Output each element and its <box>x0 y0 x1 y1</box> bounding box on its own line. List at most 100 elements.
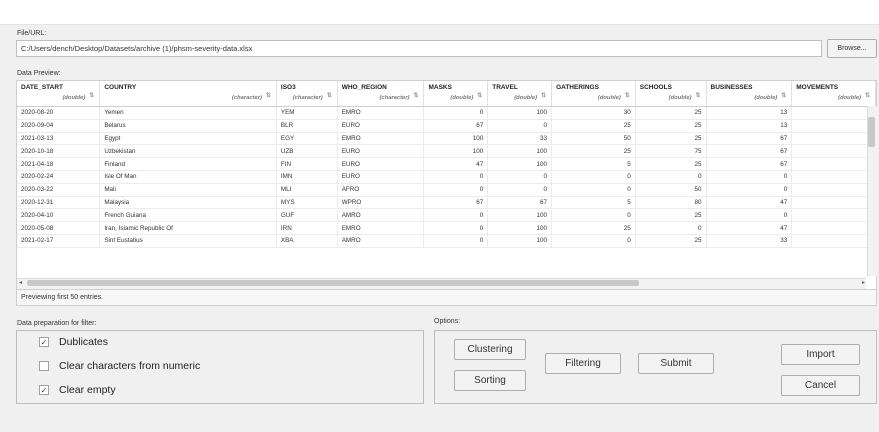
table-row[interactable]: 2020-04-10 French Guiana GUF AMRO 0 100 0 25 0 <box>17 208 876 223</box>
sort-icon[interactable]: ⇅ <box>476 93 483 100</box>
clear-empty-checkbox[interactable]: ✓ <box>39 385 49 395</box>
cancel-button[interactable]: Cancel <box>781 375 860 396</box>
column-header-who-region[interactable]: WHO_REGION (character) ⇅ <box>337 81 425 107</box>
column-name: DATE_START <box>21 84 64 91</box>
table-cell: Malaysia <box>99 196 277 210</box>
column-header-movements[interactable]: MOVEMENTS (double) ⇅ <box>791 81 876 107</box>
sorting-button[interactable]: Sorting <box>454 370 526 391</box>
table-row[interactable]: 2021-04-18 Finland FIN EURO 47 100 5 25 67 <box>17 157 876 171</box>
table-header-row: DATE_START (double) ⇅ COUNTRY (character) ⇅ IS… <box>17 81 876 107</box>
table-cell: 2020-04-10 <box>17 208 101 223</box>
sort-icon[interactable]: ⇅ <box>326 93 333 100</box>
table-cell <box>791 157 876 171</box>
table-cell: 0 <box>423 234 489 248</box>
table-cell: Belarus <box>99 119 277 133</box>
table-cell: EGY <box>276 132 338 146</box>
horizontal-scroll-thumb[interactable] <box>27 280 639 286</box>
browse-button[interactable]: Browse... <box>827 39 877 58</box>
table-cell: Uzbekistan <box>99 144 277 159</box>
column-header-businesses[interactable]: BUSINESSES (double) ⇅ <box>706 81 793 107</box>
sort-icon[interactable]: ⇅ <box>864 93 871 100</box>
table-row[interactable]: 2021-02-17 Sint Eustatius XBA AMRO 0 100 0 25 33 <box>17 234 876 248</box>
table-row[interactable]: 2020-09-04 Belarus BLR EURO 67 0 25 25 13 <box>17 119 876 133</box>
table-cell: 13 <box>706 106 793 120</box>
table-row[interactable]: 2020-08-20 Yemen YEM EMRO 0 100 30 25 13 <box>17 106 876 120</box>
submit-button[interactable]: Submit <box>638 353 714 374</box>
check-icon: ✓ <box>40 338 48 347</box>
prep-label: Data preparation for filter: <box>17 320 97 327</box>
table-cell: 100 <box>487 106 553 120</box>
column-header-travel[interactable]: TRAVEL (double) ⇅ <box>487 81 553 107</box>
table-cell: Yemen <box>99 106 277 120</box>
table-cell: 50 <box>551 132 636 146</box>
column-name: WHO_REGION <box>341 84 387 91</box>
sort-icon[interactable]: ⇅ <box>540 93 547 100</box>
column-name: MASKS <box>428 84 452 91</box>
table-cell: 47 <box>423 157 489 171</box>
clear-characters-label: Clear characters from numeric <box>59 360 201 372</box>
sort-icon[interactable]: ⇅ <box>780 93 787 100</box>
table-row[interactable]: 2020-12-31 Malaysia MYS WPRO 67 67 5 80 47 <box>17 196 876 210</box>
column-name: SCHOOLS <box>639 84 672 91</box>
table-cell: 100 <box>423 144 489 159</box>
table-row[interactable]: 2020-03-22 Mali MLI AFRO 0 0 0 50 0 <box>17 183 876 197</box>
sort-icon[interactable]: ⇅ <box>265 93 272 100</box>
table-row[interactable]: 2020-02-24 Isle Of Man IMN EURO 0 0 0 0 0 <box>17 170 876 184</box>
table-cell: 0 <box>487 119 553 133</box>
dublicates-checkbox[interactable]: ✓ <box>39 337 49 347</box>
table-cell: 67 <box>706 144 793 159</box>
clear-characters-checkbox[interactable] <box>39 361 49 371</box>
table-cell: 25 <box>635 234 707 248</box>
table-cell: 0 <box>551 170 636 184</box>
data-preview-grid[interactable]: DATE_START (double) ⇅ COUNTRY (character) ⇅ IS… <box>16 80 877 290</box>
column-name: ISO3 <box>280 84 296 91</box>
table-cell: EMRO <box>337 132 425 146</box>
table-cell: 0 <box>423 106 489 120</box>
table-row[interactable]: 2021-03-13EgyptEGYEMRO100335025671 <box>17 132 876 146</box>
table-cell: 67 <box>706 157 793 171</box>
column-type: (character) <box>379 95 410 101</box>
column-header-schools[interactable]: SCHOOLS (double) ⇅ <box>635 81 707 107</box>
table-cell: GUF <box>276 208 338 223</box>
column-header-iso3[interactable]: ISO3 (character) ⇅ <box>276 81 338 107</box>
column-header-country[interactable]: COUNTRY (character) ⇅ <box>99 81 277 107</box>
table-cell: 25 <box>551 119 636 133</box>
filtering-button[interactable]: Filtering <box>545 353 621 374</box>
column-header-date-start[interactable]: DATE_START (double) ⇅ <box>17 81 101 107</box>
table-cell: 30 <box>551 106 636 120</box>
dublicates-label: Dublicates <box>59 336 109 348</box>
column-header-gatherings[interactable]: GATHERINGS (double) ⇅ <box>551 81 636 107</box>
table-row[interactable]: 2020-10-18 Uzbekistan UZB EURO 100 100 25 75 67 <box>17 144 876 159</box>
table-cell: 2020-05-08 <box>17 221 101 235</box>
table-cell: 100 <box>487 221 553 235</box>
clustering-button[interactable]: Clustering <box>454 339 526 360</box>
table-cell <box>791 106 876 120</box>
table-cell: WPRO <box>337 196 425 210</box>
sort-icon[interactable]: ⇅ <box>412 93 419 100</box>
vertical-scroll-thumb[interactable] <box>868 117 875 147</box>
table-row[interactable]: 2020-05-08 Iran, Islamic Republic Of IRN EM… <box>17 221 876 235</box>
table-cell: EURO <box>337 170 425 184</box>
table-cell: 33 <box>487 132 553 146</box>
scroll-right-icon[interactable]: ▸ <box>862 279 865 286</box>
import-button[interactable]: Import <box>781 344 860 365</box>
table-cell: 25 <box>635 157 707 171</box>
table-cell: Iran, Islamic Republic Of <box>99 221 277 235</box>
scroll-left-icon[interactable]: ◂ <box>19 279 22 286</box>
column-name: GATHERINGS <box>556 84 599 91</box>
window-title-bar <box>0 0 879 25</box>
file-path-input[interactable] <box>16 40 822 57</box>
table-cell: 50 <box>635 183 707 197</box>
sort-icon[interactable]: ⇅ <box>624 93 631 100</box>
table-cell: 47 <box>706 196 793 210</box>
sort-icon[interactable]: ⇅ <box>88 93 95 100</box>
table-cell: 25 <box>635 132 707 146</box>
sort-icon[interactable]: ⇅ <box>695 93 702 100</box>
column-type: (character) <box>231 95 262 101</box>
column-header-masks[interactable]: MASKS (double) ⇅ <box>423 81 489 107</box>
table-cell <box>791 144 876 159</box>
table-cell <box>791 208 876 223</box>
column-type: (double) <box>514 95 538 101</box>
table-cell: 0 <box>423 170 489 184</box>
table-cell: AMRO <box>337 208 425 223</box>
